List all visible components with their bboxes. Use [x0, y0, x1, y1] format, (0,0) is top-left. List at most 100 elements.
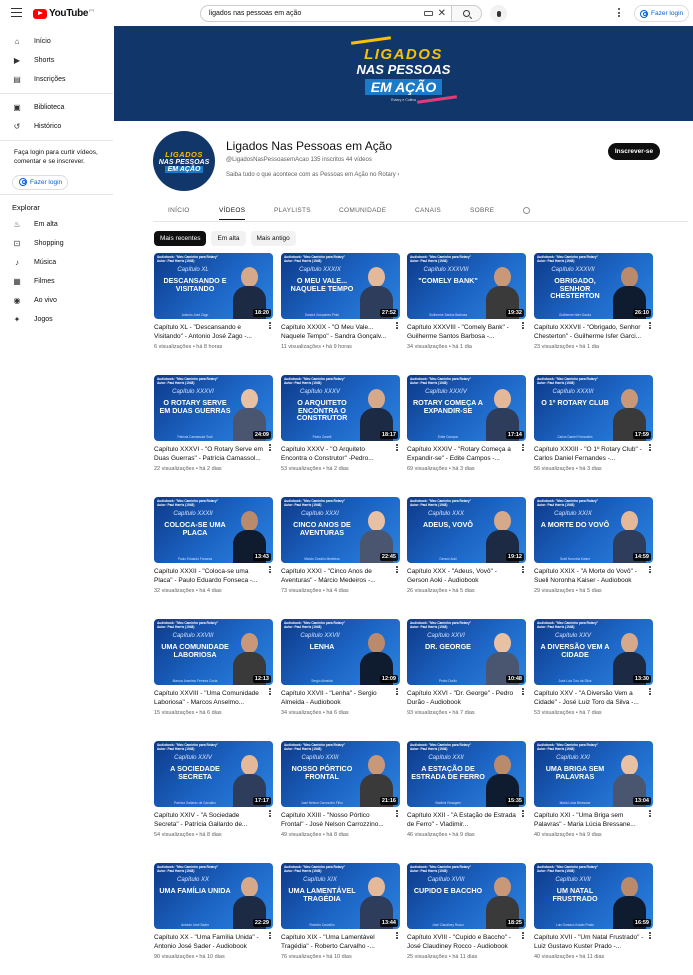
- settings-more-icon[interactable]: [618, 8, 621, 17]
- video-title[interactable]: Capítulo XVIII - "Cupido e Baccho" - Jos…: [407, 934, 526, 952]
- clear-search-icon[interactable]: ✕: [438, 8, 446, 19]
- video-thumbnail[interactable]: Audiobook: "Meu Caminho para Rotary" Aut…: [534, 863, 653, 929]
- tab-comunidade[interactable]: COMUNIDADE: [339, 207, 386, 214]
- video-thumbnail[interactable]: Audiobook: "Meu Caminho para Rotary" Aut…: [407, 497, 526, 563]
- video-card[interactable]: Audiobook: "Meu Caminho para Rotary" Aut…: [534, 253, 653, 350]
- video-title[interactable]: Capítulo XXIII - "Nosso Pórtico Frontal"…: [281, 812, 400, 830]
- video-card[interactable]: Audiobook: "Meu Caminho para Rotary" Aut…: [407, 741, 526, 838]
- video-card[interactable]: Audiobook: "Meu Caminho para Rotary" Aut…: [407, 619, 526, 716]
- video-card[interactable]: Audiobook: "Meu Caminho para Rotary" Aut…: [534, 619, 653, 716]
- video-thumbnail[interactable]: Audiobook: "Meu Caminho para Rotary" Aut…: [534, 253, 653, 319]
- search-button[interactable]: [452, 5, 482, 22]
- sidebar-item-explore-0[interactable]: ♨ Em alta: [0, 215, 113, 234]
- video-card[interactable]: Audiobook: "Meu Caminho para Rotary" Aut…: [534, 863, 653, 960]
- video-thumbnail[interactable]: Audiobook: "Meu Caminho para Rotary" Aut…: [407, 253, 526, 319]
- more-actions-icon[interactable]: [522, 322, 525, 329]
- video-title[interactable]: Capítulo XXXVII - "Obrigado, Senhor Ches…: [534, 324, 653, 342]
- video-thumbnail[interactable]: Audiobook: "Meu Caminho para Rotary" Aut…: [154, 253, 273, 319]
- video-title[interactable]: Capítulo XL - "Descansando e Visitando" …: [154, 324, 273, 342]
- chip-popular[interactable]: Em alta: [211, 231, 246, 246]
- video-title[interactable]: Capítulo XXX - "Adeus, Vovô" - Gerson Ao…: [407, 568, 526, 586]
- more-actions-icon[interactable]: [649, 810, 652, 817]
- more-actions-icon[interactable]: [269, 932, 272, 939]
- video-thumbnail[interactable]: Audiobook: "Meu Caminho para Rotary" Aut…: [534, 741, 653, 807]
- video-thumbnail[interactable]: Audiobook: "Meu Caminho para Rotary" Aut…: [154, 497, 273, 563]
- more-actions-icon[interactable]: [649, 566, 652, 573]
- video-card[interactable]: Audiobook: "Meu Caminho para Rotary" Aut…: [534, 375, 653, 472]
- video-title[interactable]: Capítulo XXXIX - "O Meu Vale... Naquele …: [281, 324, 400, 342]
- video-title[interactable]: Capítulo XXIX - "A Morte do Vovô" - Suel…: [534, 568, 653, 586]
- tab-sobre[interactable]: SOBRE: [470, 207, 494, 214]
- chip-oldest[interactable]: Mais antigo: [250, 231, 296, 246]
- video-card[interactable]: Audiobook: "Meu Caminho para Rotary" Aut…: [281, 863, 400, 960]
- more-actions-icon[interactable]: [396, 566, 399, 573]
- video-card[interactable]: Audiobook: "Meu Caminho para Rotary" Aut…: [154, 619, 273, 716]
- video-title[interactable]: Capítulo XXXVI - "O Rotary Serve em Duas…: [154, 446, 273, 464]
- video-title[interactable]: Capítulo XXVIII - "Uma Comunidade Labori…: [154, 690, 273, 708]
- sidebar-login-button[interactable]: Fazer login: [12, 174, 68, 190]
- video-thumbnail[interactable]: Audiobook: "Meu Caminho para Rotary" Aut…: [154, 375, 273, 441]
- video-card[interactable]: Audiobook: "Meu Caminho para Rotary" Aut…: [154, 253, 273, 350]
- more-actions-icon[interactable]: [269, 810, 272, 817]
- voice-search-button[interactable]: [490, 5, 507, 22]
- video-title[interactable]: Capítulo XXVI - "Dr. George" - Pedro Dur…: [407, 690, 526, 708]
- more-actions-icon[interactable]: [269, 444, 272, 451]
- video-thumbnail[interactable]: Audiobook: "Meu Caminho para Rotary" Aut…: [154, 741, 273, 807]
- video-title[interactable]: Capítulo XXIV - "A Sociedade Secreta" - …: [154, 812, 273, 830]
- sidebar-item-explore-1[interactable]: ⊡ Shopping: [0, 234, 113, 253]
- more-actions-icon[interactable]: [396, 322, 399, 329]
- sidebar-item-main-2[interactable]: ▤ Inscrições: [0, 70, 113, 89]
- sidebar-item-explore-3[interactable]: ▦ Filmes: [0, 272, 113, 291]
- video-title[interactable]: Capítulo XXXIV - "Rotary Começa a Expand…: [407, 446, 526, 464]
- video-card[interactable]: Audiobook: "Meu Caminho para Rotary" Aut…: [407, 497, 526, 594]
- video-title[interactable]: Capítulo XXXIII - "O 1º Rotary Club" - C…: [534, 446, 653, 464]
- more-actions-icon[interactable]: [269, 566, 272, 573]
- more-actions-icon[interactable]: [396, 444, 399, 451]
- video-thumbnail[interactable]: Audiobook: "Meu Caminho para Rotary" Aut…: [281, 497, 400, 563]
- video-thumbnail[interactable]: Audiobook: "Meu Caminho para Rotary" Aut…: [534, 619, 653, 685]
- channel-description[interactable]: Saiba tudo o que acontece com as Pessoas…: [226, 172, 399, 178]
- video-card[interactable]: Audiobook: "Meu Caminho para Rotary" Aut…: [407, 863, 526, 960]
- sidebar-item-main-0[interactable]: ⌂ Início: [0, 32, 113, 51]
- subscribe-button[interactable]: Inscrever-se: [608, 143, 660, 160]
- video-card[interactable]: Audiobook: "Meu Caminho para Rotary" Aut…: [154, 863, 273, 960]
- more-actions-icon[interactable]: [649, 444, 652, 451]
- more-actions-icon[interactable]: [649, 688, 652, 695]
- more-actions-icon[interactable]: [522, 688, 525, 695]
- sidebar-item-explore-5[interactable]: ✦ Jogos: [0, 310, 113, 329]
- more-actions-icon[interactable]: [396, 810, 399, 817]
- more-actions-icon[interactable]: [649, 932, 652, 939]
- video-thumbnail[interactable]: Audiobook: "Meu Caminho para Rotary" Aut…: [407, 375, 526, 441]
- video-thumbnail[interactable]: Audiobook: "Meu Caminho para Rotary" Aut…: [281, 253, 400, 319]
- sidebar-item-main-1[interactable]: ▶ Shorts: [0, 51, 113, 70]
- more-actions-icon[interactable]: [269, 322, 272, 329]
- video-title[interactable]: Capítulo XXI - "Uma Briga sem Palavras" …: [534, 812, 653, 830]
- more-actions-icon[interactable]: [396, 932, 399, 939]
- more-actions-icon[interactable]: [522, 810, 525, 817]
- chip-most-recent[interactable]: Mais recentes: [154, 231, 207, 246]
- video-thumbnail[interactable]: Audiobook: "Meu Caminho para Rotary" Aut…: [154, 863, 273, 929]
- more-actions-icon[interactable]: [522, 444, 525, 451]
- video-title[interactable]: Capítulo XXVII - "Lenha" - Sergio Almeid…: [281, 690, 400, 708]
- more-actions-icon[interactable]: [396, 688, 399, 695]
- video-title[interactable]: Capítulo XXV - "A Diversão Vem a Cidade"…: [534, 690, 653, 708]
- login-button[interactable]: Fazer login: [634, 5, 689, 22]
- video-thumbnail[interactable]: Audiobook: "Meu Caminho para Rotary" Aut…: [281, 375, 400, 441]
- video-title[interactable]: Capítulo XXXII - "Coloca-se uma Placa" -…: [154, 568, 273, 586]
- video-card[interactable]: Audiobook: "Meu Caminho para Rotary" Aut…: [534, 497, 653, 594]
- sidebar-item-lib-1[interactable]: ↺ Histórico: [0, 117, 113, 136]
- video-thumbnail[interactable]: Audiobook: "Meu Caminho para Rotary" Aut…: [154, 619, 273, 685]
- video-title[interactable]: Capítulo XXXVIII - "Comely Bank" - Guilh…: [407, 324, 526, 342]
- sidebar-item-explore-2[interactable]: ♪ Música: [0, 253, 113, 272]
- tab-videos[interactable]: VÍDEOS: [219, 207, 246, 220]
- sidebar-item-lib-0[interactable]: ▣ Biblioteca: [0, 98, 113, 117]
- more-actions-icon[interactable]: [522, 932, 525, 939]
- more-actions-icon[interactable]: [269, 688, 272, 695]
- sidebar-item-explore-4[interactable]: ◉ Ao vivo: [0, 291, 113, 310]
- menu-icon[interactable]: [11, 8, 22, 17]
- video-thumbnail[interactable]: Audiobook: "Meu Caminho para Rotary" Aut…: [407, 619, 526, 685]
- video-thumbnail[interactable]: Audiobook: "Meu Caminho para Rotary" Aut…: [407, 741, 526, 807]
- video-card[interactable]: Audiobook: "Meu Caminho para Rotary" Aut…: [154, 497, 273, 594]
- video-card[interactable]: Audiobook: "Meu Caminho para Rotary" Aut…: [407, 253, 526, 350]
- video-thumbnail[interactable]: Audiobook: "Meu Caminho para Rotary" Aut…: [281, 619, 400, 685]
